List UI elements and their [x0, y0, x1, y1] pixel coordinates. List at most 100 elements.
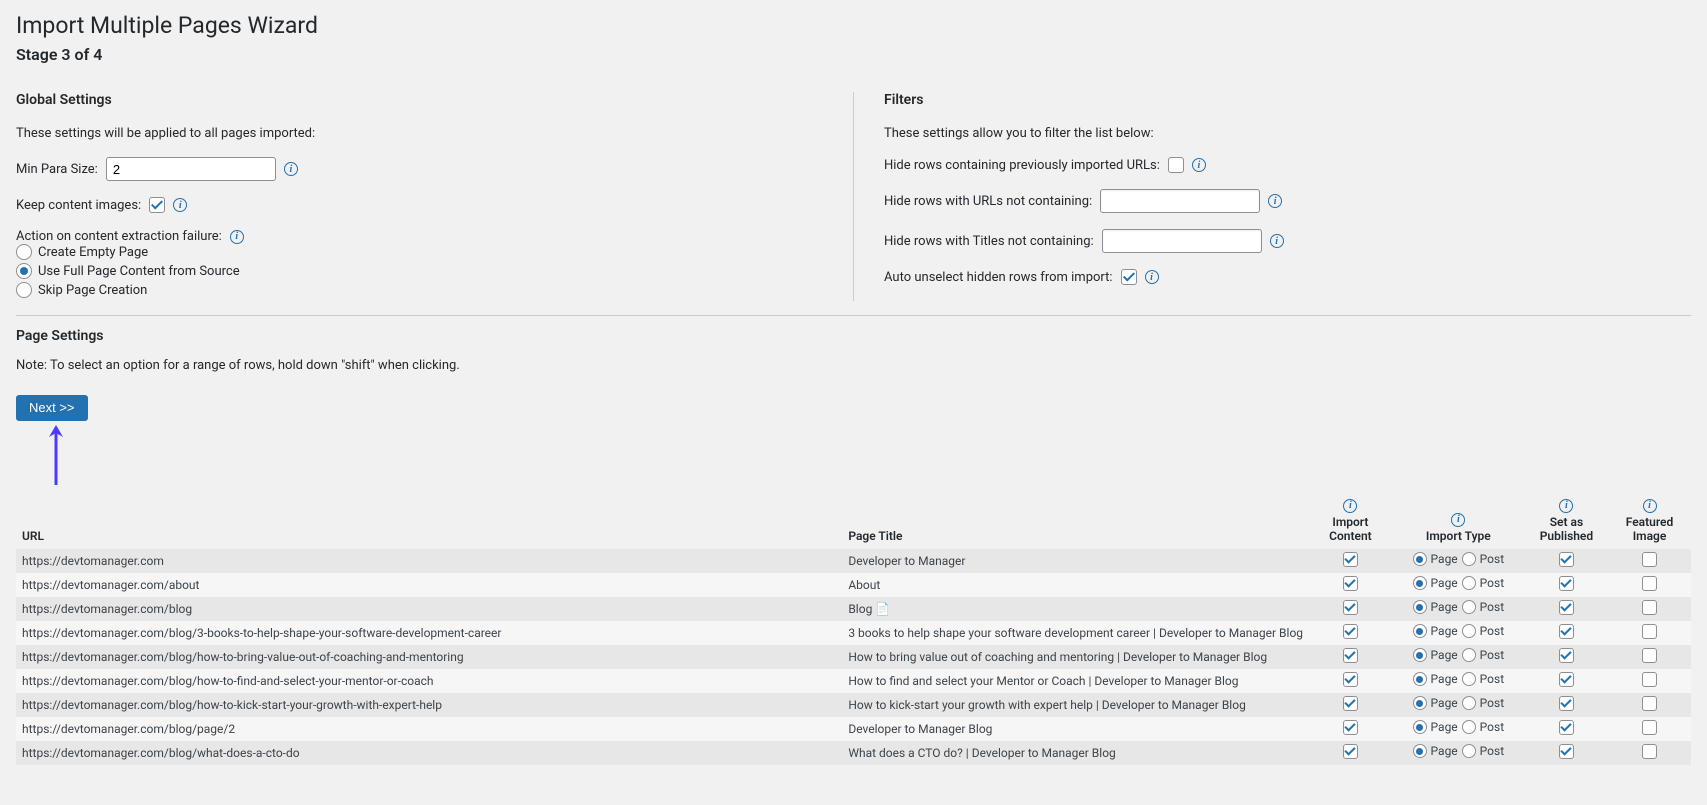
type-page-label: Page	[1431, 720, 1458, 734]
published-checkbox[interactable]	[1559, 648, 1574, 663]
hide-titles-label: Hide rows with Titles not containing:	[884, 234, 1094, 249]
th-url[interactable]: URL	[16, 493, 842, 549]
type-post-radio[interactable]	[1462, 744, 1476, 758]
type-page-radio[interactable]	[1413, 744, 1427, 758]
info-icon[interactable]: i	[284, 162, 298, 176]
type-page-radio[interactable]	[1413, 600, 1427, 614]
action-full-radio[interactable]	[16, 263, 32, 279]
published-checkbox[interactable]	[1559, 552, 1574, 567]
settings-panel: Global Settings These settings will be a…	[16, 82, 1691, 316]
type-post-label: Post	[1480, 672, 1504, 686]
info-icon[interactable]: i	[1268, 194, 1282, 208]
published-checkbox[interactable]	[1559, 600, 1574, 615]
info-icon[interactable]: i	[1643, 499, 1657, 513]
type-page-radio[interactable]	[1413, 576, 1427, 590]
import-checkbox[interactable]	[1343, 648, 1358, 663]
th-type-label: Import Type	[1426, 529, 1491, 543]
th-published[interactable]: iSet as Published	[1525, 493, 1608, 549]
import-checkbox[interactable]	[1343, 624, 1358, 639]
table-row: https://devtomanager.com/blog/3-books-to…	[16, 621, 1691, 645]
table-row: https://devtomanager.comDeveloper to Man…	[16, 549, 1691, 573]
featured-checkbox[interactable]	[1642, 672, 1657, 687]
hide-urls-input[interactable]	[1100, 189, 1260, 213]
type-page-radio[interactable]	[1413, 552, 1427, 566]
action-skip-label[interactable]: Skip Page Creation	[38, 283, 147, 298]
import-checkbox[interactable]	[1343, 696, 1358, 711]
type-post-radio[interactable]	[1462, 552, 1476, 566]
featured-checkbox[interactable]	[1642, 744, 1657, 759]
keep-images-row: Keep content images: i	[16, 197, 823, 213]
info-icon[interactable]: i	[1343, 499, 1357, 513]
th-import-label: Import Content	[1329, 515, 1372, 543]
next-button[interactable]: Next >>	[16, 395, 88, 421]
cell-title: About	[842, 573, 1309, 597]
type-page-label: Page	[1431, 648, 1458, 662]
featured-checkbox[interactable]	[1642, 696, 1657, 711]
type-page-radio[interactable]	[1413, 696, 1427, 710]
cell-url: https://devtomanager.com/blog/how-to-bri…	[16, 645, 842, 669]
import-checkbox[interactable]	[1343, 600, 1358, 615]
keep-images-checkbox[interactable]	[149, 197, 165, 213]
type-post-radio[interactable]	[1462, 672, 1476, 686]
type-page-label: Page	[1431, 552, 1458, 566]
type-post-radio[interactable]	[1462, 696, 1476, 710]
published-checkbox[interactable]	[1559, 720, 1574, 735]
type-post-radio[interactable]	[1462, 576, 1476, 590]
hide-titles-input[interactable]	[1102, 229, 1262, 253]
type-page-radio[interactable]	[1413, 720, 1427, 734]
published-checkbox[interactable]	[1559, 624, 1574, 639]
published-checkbox[interactable]	[1559, 744, 1574, 759]
table-row: https://devtomanager.com/blog/how-to-bri…	[16, 645, 1691, 669]
import-checkbox[interactable]	[1343, 744, 1358, 759]
pages-table: URL Page Title i Import Content i Import T…	[16, 493, 1691, 765]
info-icon[interactable]: i	[1145, 270, 1159, 284]
import-checkbox[interactable]	[1343, 672, 1358, 687]
table-row: https://devtomanager.com/blog/how-to-kic…	[16, 693, 1691, 717]
filters-col: Filters These settings allow you to filt…	[853, 92, 1691, 301]
featured-checkbox[interactable]	[1642, 576, 1657, 591]
th-featured[interactable]: iFeatured Image	[1608, 493, 1691, 549]
action-skip-radio[interactable]	[16, 282, 32, 298]
import-checkbox[interactable]	[1343, 576, 1358, 591]
type-post-radio[interactable]	[1462, 720, 1476, 734]
import-checkbox[interactable]	[1343, 720, 1358, 735]
type-page-radio[interactable]	[1413, 624, 1427, 638]
auto-unselect-checkbox[interactable]	[1121, 269, 1137, 285]
info-icon[interactable]: i	[173, 198, 187, 212]
info-icon[interactable]: i	[1192, 158, 1206, 172]
action-empty-label[interactable]: Create Empty Page	[38, 245, 148, 260]
import-checkbox[interactable]	[1343, 552, 1358, 567]
type-page-radio[interactable]	[1413, 672, 1427, 686]
published-checkbox[interactable]	[1559, 576, 1574, 591]
auto-unselect-label: Auto unselect hidden rows from import:	[884, 270, 1113, 285]
cell-title: Developer to Manager	[842, 549, 1309, 573]
featured-checkbox[interactable]	[1642, 720, 1657, 735]
info-icon[interactable]: i	[1270, 234, 1284, 248]
th-type[interactable]: i Import Type	[1392, 493, 1525, 549]
type-post-radio[interactable]	[1462, 600, 1476, 614]
featured-checkbox[interactable]	[1642, 624, 1657, 639]
action-empty-radio[interactable]	[16, 244, 32, 260]
hide-prev-row: Hide rows containing previously imported…	[884, 157, 1691, 173]
published-checkbox[interactable]	[1559, 672, 1574, 687]
published-checkbox[interactable]	[1559, 696, 1574, 711]
cell-title: How to kick-start your growth with exper…	[842, 693, 1309, 717]
min-para-input[interactable]	[106, 157, 276, 181]
type-page-radio[interactable]	[1413, 648, 1427, 662]
cell-url: https://devtomanager.com/blog/how-to-fin…	[16, 669, 842, 693]
type-page-label: Page	[1431, 696, 1458, 710]
action-full-label[interactable]: Use Full Page Content from Source	[38, 264, 240, 279]
info-icon[interactable]: i	[1559, 499, 1573, 513]
th-title[interactable]: Page Title	[842, 493, 1309, 549]
info-icon[interactable]: i	[1451, 513, 1465, 527]
type-post-radio[interactable]	[1462, 624, 1476, 638]
th-import[interactable]: i Import Content	[1309, 493, 1392, 549]
featured-checkbox[interactable]	[1642, 600, 1657, 615]
cell-url: https://devtomanager.com/blog/how-to-kic…	[16, 693, 842, 717]
hide-prev-checkbox[interactable]	[1168, 157, 1184, 173]
info-icon[interactable]: i	[230, 230, 244, 244]
featured-checkbox[interactable]	[1642, 552, 1657, 567]
type-post-radio[interactable]	[1462, 648, 1476, 662]
global-settings-col: Global Settings These settings will be a…	[16, 92, 853, 301]
featured-checkbox[interactable]	[1642, 648, 1657, 663]
